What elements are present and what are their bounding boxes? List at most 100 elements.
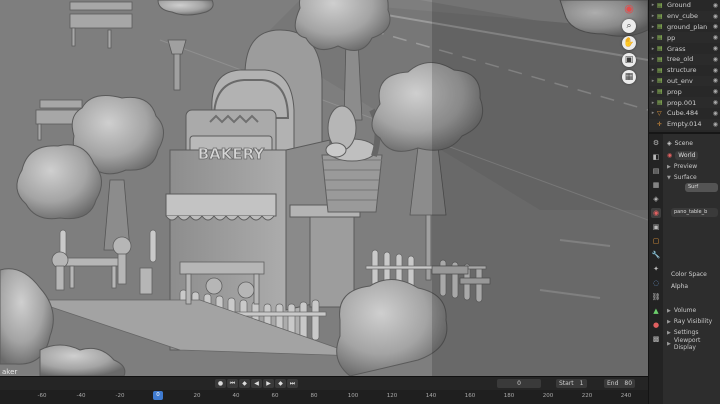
playhead[interactable]: 0 — [153, 391, 163, 400]
expand-icon[interactable]: ▸ — [649, 46, 657, 52]
start-frame-field[interactable]: Start 1 — [556, 379, 587, 388]
timeline-panel[interactable]: ● ⏮ ◆ ◀ ▶ ◆ ⏭ 0 Start 1 End 80 -60 -40 -… — [0, 376, 648, 404]
visibility-icon[interactable]: ◉ — [713, 88, 718, 95]
volume-panel-header[interactable]: ▶ Volume — [667, 305, 718, 316]
next-keyframe-icon[interactable]: ◆ — [275, 379, 286, 388]
expand-icon[interactable]: ▸ — [649, 13, 657, 19]
visibility-icon[interactable]: ◉ — [713, 77, 718, 84]
visibility-icon[interactable]: ◉ — [713, 56, 718, 63]
outliner-item[interactable]: ▸ ▽ Cube.484 ◉ — [649, 108, 720, 119]
environment-texture-field[interactable]: pano_table_b — [671, 208, 718, 217]
end-frame-field[interactable]: End 80 — [604, 379, 636, 388]
play-reverse-icon[interactable]: ◀ — [251, 379, 262, 388]
outliner-item-label: structure — [667, 66, 697, 75]
data-tab-icon[interactable]: ▲ — [651, 306, 661, 316]
visibility-icon[interactable]: ◉ — [713, 2, 718, 9]
outliner-item[interactable]: ▸ ▤ Grass ◉ — [649, 43, 720, 54]
expand-icon[interactable]: ▸ — [649, 24, 657, 30]
chevron-right-icon: ▶ — [667, 329, 671, 336]
ray-visibility-label: Ray Visibility — [673, 318, 713, 325]
visibility-icon[interactable]: ◉ — [713, 99, 718, 106]
visibility-icon[interactable]: ◉ — [713, 34, 718, 41]
viewport-display-panel-header[interactable]: ▶ Viewport Display — [667, 336, 718, 351]
empty-icon: ✛ — [657, 120, 663, 128]
outliner-item[interactable]: ▸ ▤ out_env ◉ — [649, 75, 720, 87]
ruler-tick: -60 — [37, 393, 47, 399]
end-value: 80 — [624, 380, 633, 387]
visibility-icon[interactable]: ◉ — [713, 45, 718, 52]
timeline-ruler[interactable]: -60 -40 -20 0 20 40 60 80 100 120 140 16… — [0, 390, 648, 404]
end-label: End — [607, 380, 619, 387]
ruler-tick: 240 — [620, 393, 632, 399]
particles-tab-icon[interactable]: ✦ — [651, 264, 661, 274]
modifier-tab-icon[interactable]: 🔧 — [651, 250, 661, 260]
outliner-item[interactable]: ▸ ▤ prop.001 ◉ — [649, 97, 720, 108]
expand-icon[interactable]: ▸ — [649, 56, 657, 62]
chevron-right-icon: ▶ — [667, 163, 671, 170]
material-tab-icon[interactable]: ● — [651, 320, 661, 330]
expand-icon[interactable]: ▸ — [649, 110, 657, 116]
grid-icon[interactable]: ▦ — [622, 70, 636, 84]
output-tab-icon[interactable]: ▤ — [651, 166, 661, 176]
visibility-icon[interactable]: ◉ — [713, 13, 718, 20]
current-frame-field[interactable]: 0 — [497, 379, 541, 388]
prev-keyframe-icon[interactable]: ◆ — [239, 379, 250, 388]
outliner-item-label: pp — [667, 33, 676, 42]
axis-gizmo-icon[interactable]: ◉ — [622, 2, 636, 16]
chevron-right-icon: ▶ — [667, 340, 671, 347]
properties-tab-bar: ⚙ ◧ ▤ ▦ ◈ ◉ ▣ ▢ 🔧 ✦ ◌ ⛓ ▲ ● ▩ — [649, 134, 663, 404]
expand-icon[interactable]: ▸ — [649, 67, 657, 73]
visibility-icon[interactable]: ◉ — [713, 67, 718, 74]
world-icon: ◉ — [667, 151, 673, 159]
preview-label: Preview — [673, 163, 698, 170]
expand-icon[interactable]: ▸ — [649, 78, 657, 84]
world-name[interactable]: World — [675, 150, 699, 160]
jump-start-icon[interactable]: ⏮ — [227, 379, 238, 388]
outliner-item[interactable]: ✛ Empty.014 ◉ — [649, 118, 720, 130]
visibility-icon[interactable]: ◉ — [713, 23, 718, 30]
expand-icon[interactable]: ▸ — [649, 2, 657, 8]
world-selector[interactable]: ◉ World — [667, 149, 718, 161]
preview-panel-header[interactable]: ▶ Preview — [667, 161, 718, 172]
start-value: 1 — [579, 380, 584, 387]
play-icon[interactable]: ▶ — [263, 379, 274, 388]
visibility-icon[interactable]: ◉ — [713, 121, 718, 128]
scene-tab-icon[interactable]: ◈ — [651, 194, 661, 204]
jump-end-icon[interactable]: ⏭ — [287, 379, 298, 388]
outliner-item[interactable]: ▸ ▤ structure ◉ — [649, 65, 720, 76]
outliner-item[interactable]: ▸ ▤ ground_plan ◉ — [649, 22, 720, 33]
expand-icon[interactable]: ▸ — [649, 35, 657, 41]
hand-icon[interactable]: ✋ — [622, 36, 636, 50]
outliner-item[interactable]: ▸ ▤ prop ◉ — [649, 86, 720, 97]
constraints-tab-icon[interactable]: ⛓ — [651, 292, 661, 302]
3d-viewport[interactable]: BAKERY ◉ ⌕ ✋ ▣ ▦ aker — [0, 0, 648, 376]
magnify-icon[interactable]: ⌕ — [622, 19, 636, 33]
physics-tab-icon[interactable]: ◌ — [651, 278, 661, 288]
object-tab-icon[interactable]: ▢ — [651, 236, 661, 246]
outliner-item[interactable]: ▸ ▤ Ground ◉ — [649, 0, 720, 11]
outliner-item-label: prop — [667, 87, 682, 96]
ruler-tick: 120 — [386, 393, 398, 399]
tool-tab-icon[interactable]: ⚙ — [651, 138, 661, 148]
outliner-item[interactable]: ▸ ▤ env_cube ◉ — [649, 10, 720, 22]
surface-panel-header[interactable]: ▼ Surface — [667, 172, 718, 183]
properties-panel[interactable]: ⚙ ◧ ▤ ▦ ◈ ◉ ▣ ▢ 🔧 ✦ ◌ ⛓ ▲ ● ▩ ◈ Scene ◉ Wo… — [648, 132, 720, 404]
view-layer-tab-icon[interactable]: ▦ — [651, 180, 661, 190]
render-tab-icon[interactable]: ◧ — [651, 152, 661, 162]
texture-tab-icon[interactable]: ▩ — [651, 334, 661, 344]
playback-controls: ● ⏮ ◆ ◀ ▶ ◆ ⏭ — [215, 379, 298, 388]
ray-visibility-panel-header[interactable]: ▶ Ray Visibility — [667, 316, 718, 327]
expand-icon[interactable]: ▸ — [649, 100, 657, 106]
camera-icon[interactable]: ▣ — [622, 53, 636, 67]
outliner-item[interactable]: ▸ ▤ tree_old ◉ — [649, 53, 720, 65]
collection-tab-icon[interactable]: ▣ — [651, 222, 661, 232]
expand-icon[interactable]: ▸ — [649, 89, 657, 95]
visibility-icon[interactable]: ◉ — [713, 110, 718, 117]
surface-shader-field[interactable]: Surf — [685, 183, 718, 192]
viewport-display-label: Viewport Display — [673, 336, 701, 351]
world-tab-icon[interactable]: ◉ — [651, 208, 661, 218]
outliner-panel[interactable]: ▸ ▤ Ground ◉ ▸ ▤ env_cube ◉ ▸ ▤ ground_plan ◉ ▸ ▤ p… — [648, 0, 720, 132]
record-icon[interactable]: ● — [215, 379, 226, 388]
outliner-item[interactable]: ▸ ▤ pp ◉ — [649, 32, 720, 44]
bakery-scene-render: BAKERY — [0, 0, 648, 376]
